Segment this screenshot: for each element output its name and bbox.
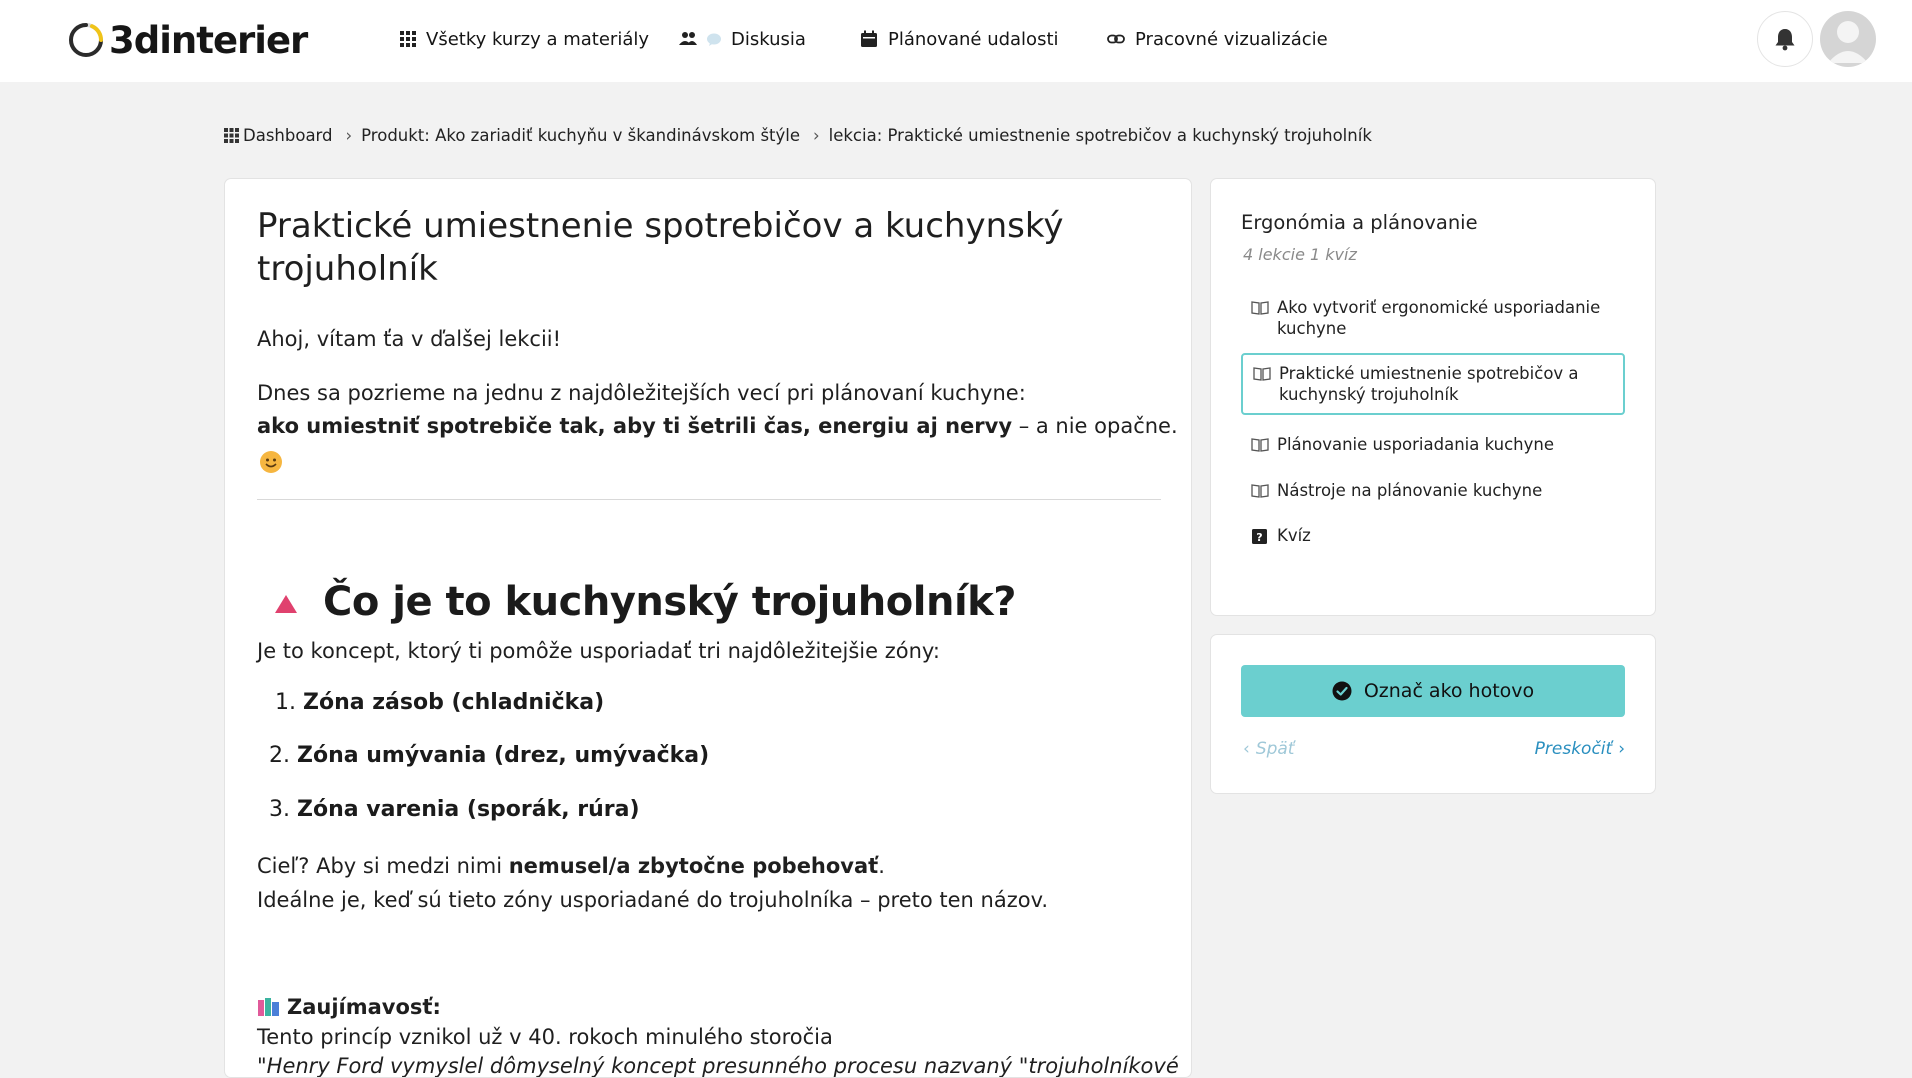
goal-text-end: .	[878, 854, 885, 878]
sidebar-lesson-appliance-placement[interactable]: Praktické umiestnenie spotrebičov a kuch…	[1241, 353, 1625, 415]
notifications-button[interactable]	[1757, 11, 1813, 67]
sidebar-quiz[interactable]: ? Kvíz	[1241, 517, 1625, 554]
book-icon	[1251, 484, 1269, 498]
zone-text: Zóna umývania (drez, umývačka)	[297, 743, 710, 768]
lesson-intro: Dnes sa pozrieme na jednu z najdôležitej…	[257, 381, 1026, 405]
sidebar-lesson-planning-tools[interactable]: Nástroje na plánovanie kuchyne	[1241, 472, 1625, 509]
sidebar-lesson-layout-planning[interactable]: Plánovanie usporiadania kuchyne	[1241, 426, 1625, 463]
chevron-right-icon: ›	[1618, 739, 1625, 759]
section-heading: Čo je to kuchynský trojuholník?	[273, 579, 1016, 625]
link-icon	[1107, 34, 1125, 44]
sidebar-item-label: Nástroje na plánovanie kuchyne	[1277, 481, 1543, 500]
smiley-emoji-icon	[260, 451, 282, 473]
top-navigation-bar: 3dinterier Všetky kurzy a materiály Disk…	[0, 0, 1912, 82]
book-icon	[1251, 301, 1269, 315]
quiz-icon: ?	[1252, 529, 1267, 544]
zone-list-item: 1. Zóna zásob (chladnička)	[275, 690, 604, 715]
lesson-greeting: Ahoj, vítam ťa v ďalšej lekcii!	[257, 327, 562, 351]
skip-label: Preskočiť	[1534, 739, 1613, 759]
sidebar-item-label: Praktické umiestnenie spotrebičov a kuch…	[1279, 364, 1579, 404]
lesson-intro-bold: ako umiestniť spotrebiče tak, aby ti šet…	[257, 414, 1013, 438]
fact-heading: Zaujímavosť:	[257, 995, 441, 1019]
section-heading-text: Čo je to kuchynský trojuholník?	[323, 579, 1016, 625]
section-intro-text: Je to koncept, ktorý ti pomôže usporiada…	[257, 639, 940, 663]
module-outline-card: Ergonómia a plánovanie 4 lekcie 1 kvíz A…	[1210, 178, 1656, 616]
sidebar-item-label: Kvíz	[1277, 526, 1311, 545]
skip-link[interactable]: Preskočiť ›	[1535, 739, 1625, 759]
lesson-intro-continued: ako umiestniť spotrebiče tak, aby ti šet…	[257, 414, 1178, 438]
zone-text: Zóna varenia (sporák, rúra)	[297, 797, 640, 822]
logo-ring-icon	[69, 23, 104, 57]
user-avatar[interactable]	[1820, 11, 1876, 67]
svg-text:?: ?	[1256, 531, 1262, 544]
zone-list-item: 3. Zóna varenia (sporák, rúra)	[269, 797, 640, 822]
sidebar-lesson-ergonomic-layout[interactable]: Ako vytvoriť ergonomické usporiadanie ku…	[1241, 289, 1625, 347]
mark-as-done-label: Označ ako hotovo	[1363, 680, 1535, 702]
nav-work-visualizations-label: Pracovné vizualizácie	[1135, 28, 1328, 50]
zone-number: 1.	[275, 690, 296, 715]
bell-icon	[1775, 29, 1795, 51]
breadcrumb: Dashboard › Produkt: Ako zariadiť kuchyň…	[224, 123, 1372, 147]
module-title: Ergonómia a plánovanie	[1241, 211, 1478, 234]
goal-text: Cieľ? Aby si medzi nimi nemusel/a zbytoč…	[257, 854, 885, 878]
nav-work-visualizations[interactable]: Pracovné vizualizácie	[1107, 26, 1328, 52]
zone-number: 2.	[269, 743, 290, 768]
nav-planned-events-label: Plánované udalosti	[888, 28, 1059, 50]
user-silhouette-icon	[1828, 21, 1868, 63]
breadcrumb-dashboard-label: Dashboard	[243, 125, 333, 145]
nav-all-courses[interactable]: Všetky kurzy a materiály	[400, 26, 649, 52]
calendar-icon	[861, 30, 877, 47]
breadcrumb-lesson[interactable]: lekcia: Praktické umiestnenie spotrebičo…	[829, 126, 1372, 145]
content-divider	[257, 499, 1161, 500]
fact-title: Zaujímavosť:	[287, 995, 441, 1019]
nav-discussion[interactable]: Diskusia	[679, 26, 806, 52]
chevron-right-icon: ›	[813, 125, 820, 145]
books-emoji-icon	[258, 998, 279, 1016]
zone-text: Zóna zásob (chladnička)	[303, 690, 605, 715]
sidebar-item-label: Ako vytvoriť ergonomické usporiadanie ku…	[1277, 298, 1601, 338]
brand-logo[interactable]: 3dinterier	[68, 18, 308, 62]
breadcrumb-product[interactable]: Produkt: Ako zariadiť kuchyňu v škandiná…	[361, 126, 800, 145]
mark-as-done-button[interactable]: Označ ako hotovo	[1241, 665, 1625, 717]
back-link[interactable]: ‹ Späť	[1243, 739, 1294, 759]
module-meta: 4 lekcie 1 kvíz	[1243, 245, 1357, 264]
zone-number: 3.	[269, 797, 290, 822]
lesson-completion-card: Označ ako hotovo ‹ Späť Preskočiť ›	[1210, 634, 1656, 794]
chevron-right-icon: ›	[345, 125, 353, 145]
brand-name: 3dinterier	[109, 18, 308, 62]
nav-discussion-label: Diskusia	[731, 28, 806, 50]
goal-text-start: Cieľ? Aby si medzi nimi	[257, 854, 509, 878]
chevron-left-icon: ‹	[1243, 739, 1250, 759]
check-circle-icon	[1332, 681, 1352, 701]
nav-all-courses-label: Všetky kurzy a materiály	[426, 28, 650, 50]
grid-icon	[224, 127, 239, 143]
lesson-content-card: Praktické umiestnenie spotrebičov a kuch…	[224, 178, 1192, 1078]
fact-quote-text: "Henry Ford vymyslel dômyselný koncept p…	[257, 1054, 1179, 1078]
nav-planned-events[interactable]: Plánované udalosti	[860, 26, 1059, 52]
lesson-intro-end: – a nie opačne.	[1012, 414, 1178, 438]
back-label: Späť	[1255, 739, 1295, 759]
goal-text-bold: nemusel/a zbytočne pobehovať	[508, 854, 879, 878]
ideal-text: Ideálne je, keď sú tieto zóny usporiadan…	[257, 888, 1049, 912]
zone-list-item: 2. Zóna umývania (drez, umývačka)	[269, 743, 709, 768]
breadcrumb-dashboard[interactable]: Dashboard	[224, 126, 333, 145]
grid-icon	[400, 31, 416, 47]
lesson-title: Praktické umiestnenie spotrebičov a kuch…	[257, 206, 1064, 289]
sidebar-item-label: Plánovanie usporiadania kuchyne	[1277, 435, 1555, 454]
fact-text: Tento princíp vznikol už v 40. rokoch mi…	[257, 1025, 833, 1049]
book-icon	[1253, 367, 1271, 381]
users-chat-icon	[679, 32, 721, 46]
book-icon	[1251, 438, 1269, 452]
red-triangle-icon	[275, 595, 297, 613]
